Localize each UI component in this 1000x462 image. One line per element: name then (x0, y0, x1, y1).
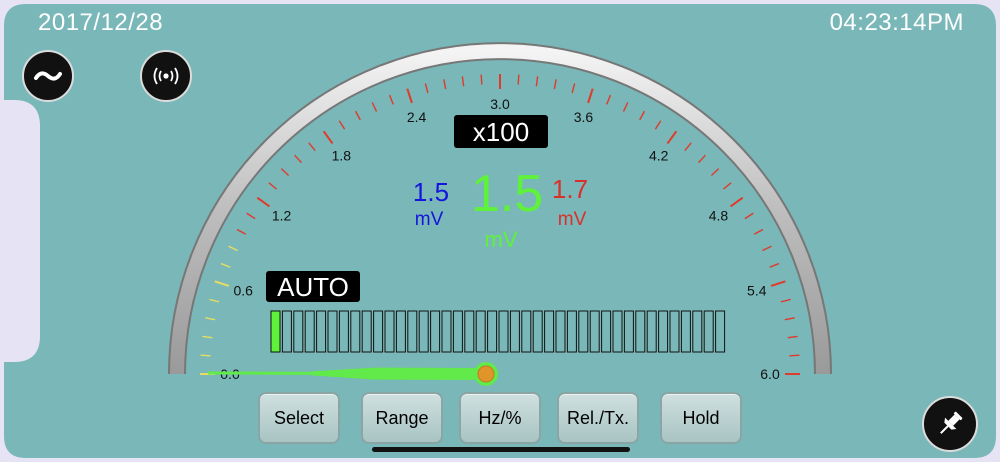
main-unit: mV (485, 227, 518, 252)
gauge-tick-label: 2.4 (407, 109, 427, 125)
gauge-tick-label: 5.4 (747, 283, 767, 299)
needle-pivot (477, 365, 495, 383)
gauge-minor-tick (789, 354, 800, 357)
multiplier-label: x100 (473, 117, 529, 147)
gauge-minor-tick (480, 74, 483, 85)
wireless-signal-icon (153, 67, 179, 85)
ac-mode-button[interactable] (22, 50, 74, 102)
range-mode-label: AUTO (277, 272, 349, 302)
max-value: 1.7 (552, 174, 588, 204)
home-indicator[interactable] (372, 447, 630, 452)
date-display: 2017/12/28 (38, 9, 164, 36)
gauge-tick-label: 1.2 (272, 207, 292, 223)
range-button[interactable]: Range (361, 392, 443, 444)
hz-duty-button[interactable]: Hz/% (459, 392, 541, 444)
select-button[interactable]: Select (258, 392, 340, 444)
gauge-tick-label: 0.6 (233, 283, 253, 299)
gauge-minor-tick (517, 74, 520, 85)
hold-button[interactable]: Hold (660, 392, 742, 444)
time-display: 04:23:14PM (829, 9, 964, 36)
main-value: 1.5 (471, 165, 543, 223)
tilde-ac-icon (34, 71, 62, 81)
min-value: 1.5 (413, 177, 449, 207)
wireless-button[interactable] (140, 50, 192, 102)
min-unit: mV (415, 209, 444, 230)
gauge-tick-label: 4.2 (649, 148, 669, 164)
function-button-row: Select Range Hz/% Rel./Tx. Hold (0, 392, 1000, 446)
gauge-minor-tick (200, 354, 211, 357)
gauge-tick-label: 1.8 (332, 148, 352, 164)
bargraph-segment-lit (270, 310, 281, 353)
gauge-tick-label: 3.6 (574, 109, 594, 125)
gauge-tick-label: 4.8 (709, 207, 729, 223)
max-unit: mV (558, 209, 587, 230)
gauge-tick-label: 6.0 (760, 366, 780, 382)
gauge-tick-label: 3.0 (490, 96, 510, 112)
rel-tx-button[interactable]: Rel./Tx. (557, 392, 639, 444)
